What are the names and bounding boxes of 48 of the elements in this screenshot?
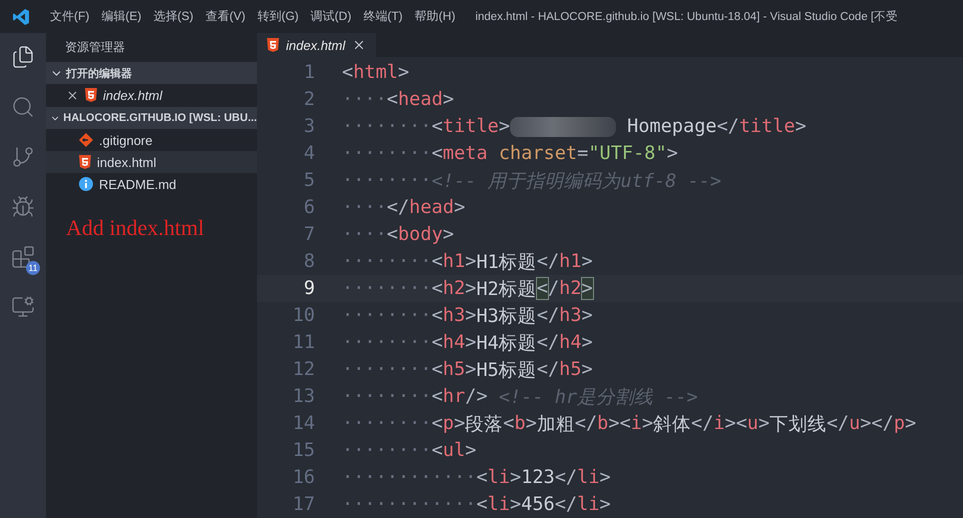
- sidebar-title: 资源管理器: [64, 38, 126, 56]
- count-badge: 11: [26, 261, 40, 275]
- file-item[interactable]: README.md: [46, 173, 257, 195]
- code-line: 16 ············<li>123</li>: [292, 466, 612, 490]
- bug-icon: [11, 195, 35, 219]
- code-line: 7 ····<body>: [302, 223, 455, 247]
- menu-item[interactable]: 终端(T): [357, 8, 409, 25]
- code-line: 13 ········<hr/> <!-- hr是分割线 -->: [292, 385, 699, 410]
- info-file-icon: [79, 177, 93, 191]
- monitor-icon: [11, 295, 35, 319]
- file-item[interactable]: .gitignore: [46, 129, 257, 151]
- code-line: 2 ····<head>: [302, 88, 455, 112]
- html-file-icon: [267, 38, 279, 52]
- section-header[interactable]: 打开的编辑器: [46, 62, 257, 84]
- file-item[interactable]: index.html: [46, 84, 257, 106]
- code-line: 12 ········<h5>H5标题</h5>: [292, 358, 594, 382]
- code-line: 17 ············<li>456</li>: [292, 493, 612, 517]
- menu-item[interactable]: 选择(S): [147, 8, 200, 25]
- menu-item[interactable]: 查看(V): [199, 8, 252, 25]
- file-item[interactable]: index.html: [46, 151, 257, 173]
- code-line: 6 ····</head>: [302, 196, 466, 220]
- code-line: 1 <html>: [302, 61, 410, 85]
- code-line: 3 ········<title> Homepage</title>: [302, 115, 808, 139]
- code-line: 11 ········<h4>H4标题</h4>: [292, 331, 594, 356]
- code-line: 10 ········<h3>H3标题</h3>: [292, 304, 594, 328]
- section-header[interactable]: HALOCORE.GITHUB.IO [WSL: UBU...: [46, 107, 257, 129]
- search-icon: [11, 95, 35, 119]
- branch-icon: [11, 145, 35, 169]
- code-line: 5 ········<!-- 用于指明编码为utf-8 -->: [302, 169, 722, 194]
- menu-item[interactable]: 帮助(H): [408, 8, 462, 25]
- code-line: 15 ········<ul>: [292, 439, 478, 463]
- files-icon: [11, 45, 35, 69]
- code-line: 8 ········<h1>H1标题</h1>: [302, 250, 594, 274]
- git-file-icon: [79, 133, 93, 147]
- menu-item[interactable]: 文件(F): [44, 8, 96, 25]
- menu-item[interactable]: 编辑(E): [95, 8, 148, 25]
- code-line: 4 ········<meta charset="UTF-8">: [302, 142, 679, 166]
- menu-item[interactable]: 调试(D): [304, 8, 358, 25]
- menu-item[interactable]: 转到(G): [251, 8, 305, 25]
- window-title: index.html - HALOCORE.github.io [WSL: Ubuntu-18.04] - Visual Studio Code [不受: [475, 9, 898, 24]
- close-icon[interactable]: [66, 88, 79, 102]
- editor-tab[interactable]: index.html: [257, 33, 376, 57]
- html-file-icon: [79, 155, 91, 169]
- annotation-text: Add index.html: [66, 215, 206, 241]
- html-file-icon: [85, 88, 97, 102]
- activity-bar-button[interactable]: 11: [0, 239, 46, 275]
- app-logo-icon: [12, 8, 30, 26]
- code-line: 14 ········<p>段落<b>加粗</b><i>斜体</i><u>下划线</u></p>: [292, 412, 918, 436]
